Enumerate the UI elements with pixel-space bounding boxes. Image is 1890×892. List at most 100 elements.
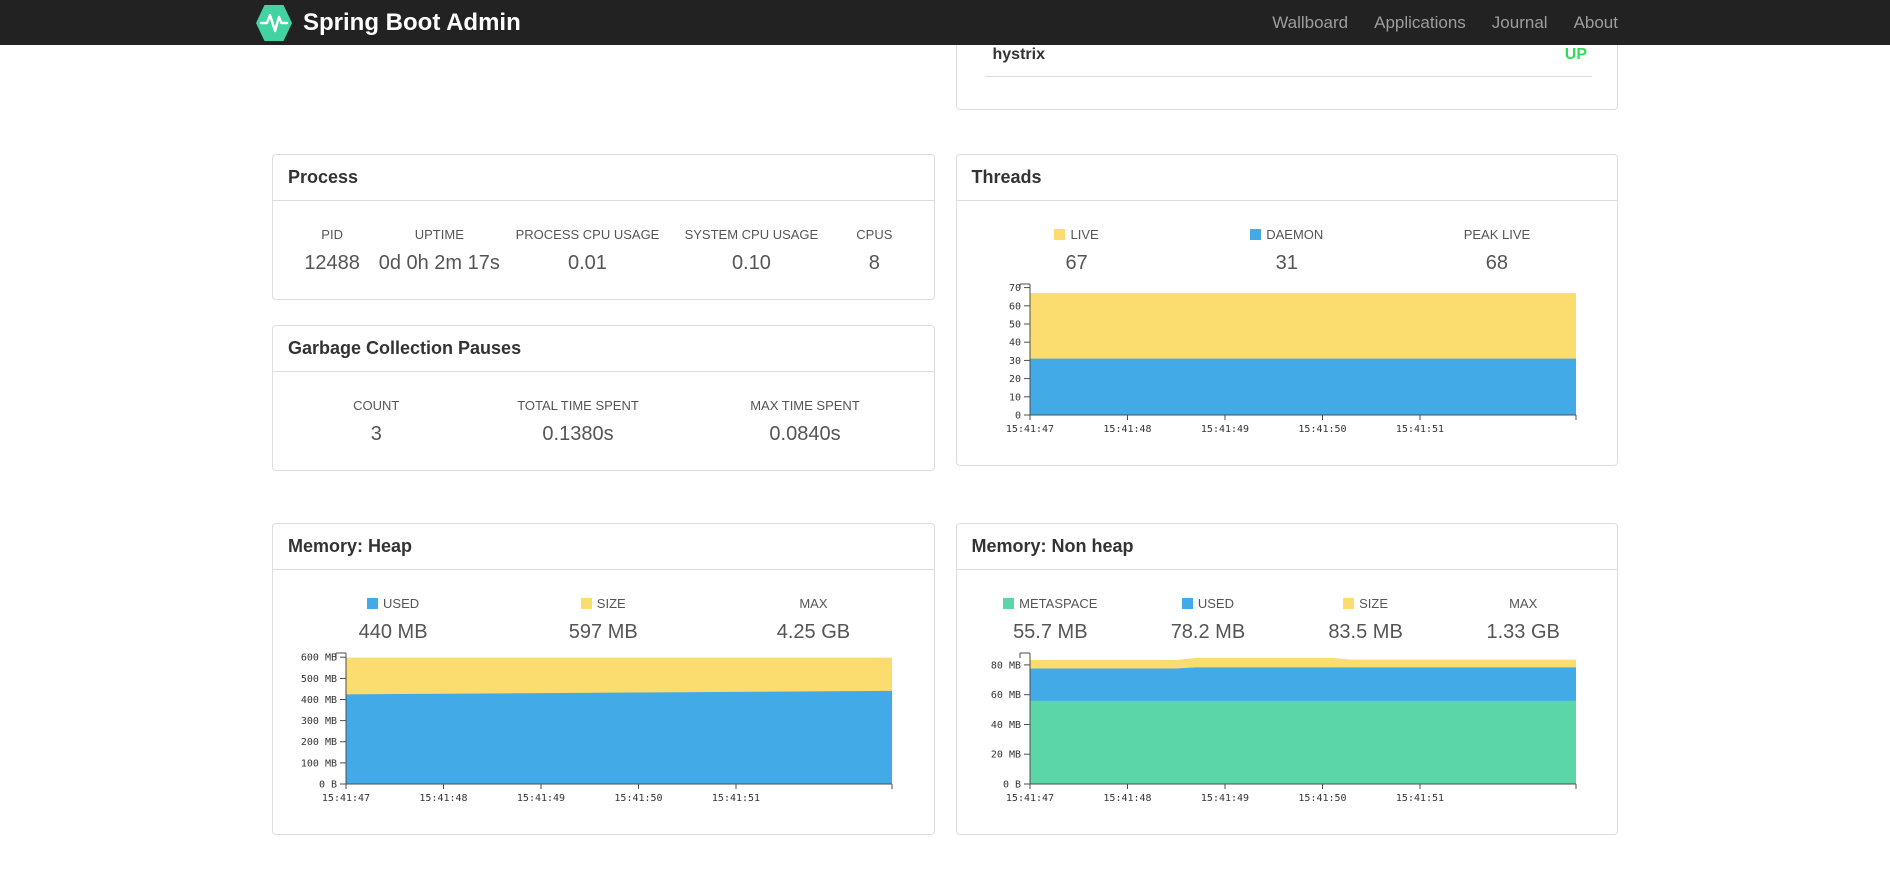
metric-label: SIZE — [498, 596, 708, 611]
metric-gc-total-time: TOTAL TIME SPENT 0.1380s — [465, 398, 692, 446]
svg-text:300 MB: 300 MB — [301, 716, 337, 727]
threads-panel-title: Threads — [971, 167, 1042, 187]
memory-nonheap-area-chart: 0 B 20 MB 40 MB 60 MB 80 MB 15:41:47 15:41:48 1… — [990, 652, 1576, 804]
metric-threads-peak-live: PEAK LIVE 68 — [1392, 227, 1602, 275]
svg-text:70: 70 — [1008, 283, 1020, 294]
metric-value: 0.0840s — [769, 423, 841, 445]
threads-panel: Threads LIVE 67 DAEMON 31 PEAK LIVE 68 0… — [955, 154, 1618, 466]
status-badge: UP — [1564, 46, 1587, 63]
metric-nonheap-max: MAX 1.33 GB — [1444, 596, 1602, 644]
svg-text:60 MB: 60 MB — [990, 690, 1020, 701]
metric-gc-count: COUNT 3 — [288, 398, 465, 446]
metric-label: COUNT — [353, 398, 400, 413]
process-panel-title: Process — [288, 167, 359, 187]
metric-cpus: CPUS 8 — [830, 227, 918, 275]
threads-area-chart: 0 10 20 30 40 50 60 70 15:41:47 15:41:48 15:41:49 1… — [1005, 283, 1576, 435]
threads-panel-body: LIVE 67 DAEMON 31 PEAK LIVE 68 0 10 20 30 40… — [957, 201, 1618, 465]
memory-nonheap-panel: Memory: Non heap METASPACE 55.7 MB USED … — [955, 523, 1618, 835]
memory-heap-panel-title: Memory: Heap — [288, 536, 413, 556]
metric-nonheap-used: USED 78.2 MB — [1129, 596, 1287, 644]
nav-item-about[interactable]: About — [1561, 13, 1618, 33]
svg-text:20: 20 — [1008, 374, 1020, 385]
metric-label: UPTIME — [414, 227, 464, 242]
memory-heap-area-chart: 0 B 100 MB 200 MB 300 MB 400 MB 500 MB 600 MB 1… — [301, 652, 893, 804]
svg-text:0: 0 — [1014, 411, 1020, 422]
navbar-menu: Wallboard Applications Journal About — [1259, 13, 1618, 33]
nav-item-wallboard[interactable]: Wallboard — [1259, 13, 1361, 33]
svg-text:15:41:48: 15:41:48 — [419, 793, 467, 804]
metric-value: 12488 — [304, 252, 360, 274]
metric-value: 55.7 MB — [1013, 621, 1088, 643]
svg-text:40 MB: 40 MB — [990, 720, 1020, 731]
metric-label: SYSTEM CPU USAGE — [684, 227, 819, 242]
svg-text:15:41:48: 15:41:48 — [1103, 793, 1151, 804]
metric-label: MAX — [1509, 596, 1538, 611]
metric-value: 78.2 MB — [1170, 621, 1246, 643]
gc-metrics: COUNT 3 TOTAL TIME SPENT 0.1380s MAX TIM… — [288, 398, 919, 446]
nav-item-journal[interactable]: Journal — [1479, 13, 1561, 33]
svg-text:100 MB: 100 MB — [301, 758, 337, 769]
metric-value: 0d 0h 2m 17s — [378, 252, 500, 274]
metric-value: 1.33 GB — [1486, 621, 1560, 643]
process-metrics: PID 12488 UPTIME 0d 0h 2m 17s PROCESS CP… — [288, 227, 919, 275]
memory-heap-panel: Memory: Heap USED 440 MB SIZE 597 MB MAX… — [272, 523, 935, 835]
metric-nonheap-size: SIZE 83.5 MB — [1287, 596, 1445, 644]
top-navbar: Spring Boot Admin Wallboard Applications… — [0, 0, 1890, 45]
process-panel-body: PID 12488 UPTIME 0d 0h 2m 17s PROCESS CP… — [273, 201, 934, 299]
svg-text:15:41:50: 15:41:50 — [1298, 424, 1346, 435]
svg-text:0 B: 0 B — [319, 780, 337, 791]
metric-label: TOTAL TIME SPENT — [517, 398, 639, 413]
legend-swatch-size — [580, 598, 592, 609]
metric-threads-live: LIVE 67 — [972, 227, 1182, 275]
metric-label: CPUS — [856, 227, 893, 242]
svg-text:40: 40 — [1008, 338, 1020, 349]
svg-text:20 MB: 20 MB — [990, 750, 1020, 761]
metric-label: DAEMON — [1182, 227, 1392, 242]
metric-value: 597 MB — [568, 621, 638, 643]
memory-nonheap-panel-body: METASPACE 55.7 MB USED 78.2 MB SIZE 83.5… — [957, 570, 1618, 834]
legend-swatch-used — [367, 598, 379, 609]
metric-pid: PID 12488 — [288, 227, 376, 275]
metric-label: PID — [321, 227, 343, 242]
memory-nonheap-panel-title: Memory: Non heap — [971, 536, 1134, 556]
legend-swatch-metaspace — [1003, 598, 1015, 609]
brand-link[interactable]: Spring Boot Admin — [255, 4, 521, 42]
process-panel: Process PID 12488 UPTIME 0d 0h 2m 17s PR… — [272, 154, 935, 300]
svg-text:400 MB: 400 MB — [301, 695, 337, 706]
threads-legend: LIVE 67 DAEMON 31 PEAK LIVE 68 — [972, 227, 1603, 275]
svg-text:15:41:47: 15:41:47 — [1005, 424, 1053, 435]
memory-row: Memory: Heap USED 440 MB SIZE 597 MB MAX… — [272, 523, 1618, 835]
svg-text:15:41:49: 15:41:49 — [1200, 424, 1248, 435]
gc-panel-heading: Garbage Collection Pauses — [273, 326, 934, 372]
svg-text:0 B: 0 B — [1002, 780, 1020, 791]
gc-panel: Garbage Collection Pauses COUNT 3 TOTAL … — [272, 325, 935, 471]
legend-swatch-used — [1181, 598, 1193, 609]
metric-label: USED — [288, 596, 498, 611]
legend-swatch-size — [1343, 598, 1355, 609]
metric-label: METASPACE — [972, 596, 1130, 611]
navbar-container: Spring Boot Admin Wallboard Applications… — [256, 0, 1618, 45]
svg-text:50: 50 — [1008, 320, 1020, 331]
svg-text:15:41:50: 15:41:50 — [614, 793, 662, 804]
process-panel-heading: Process — [273, 155, 934, 201]
threads-panel-heading: Threads — [956, 155, 1617, 201]
nav-item-applications[interactable]: Applications — [1361, 13, 1479, 33]
metric-value: 0.01 — [568, 252, 607, 274]
metric-nonheap-metaspace: METASPACE 55.7 MB — [972, 596, 1130, 644]
memory-heap-panel-heading: Memory: Heap — [273, 524, 934, 570]
metric-label: USED — [1129, 596, 1287, 611]
metrics-row: Process PID 12488 UPTIME 0d 0h 2m 17s PR… — [272, 154, 1618, 471]
status-panel-padding — [957, 77, 1618, 109]
spring-boot-admin-logo-icon — [256, 4, 292, 41]
metric-value: 31 — [1275, 252, 1298, 274]
svg-text:15:41:51: 15:41:51 — [712, 793, 760, 804]
metric-value: 4.25 GB — [776, 621, 851, 643]
metric-value: 440 MB — [358, 621, 428, 643]
metric-gc-max-time: MAX TIME SPENT 0.0840s — [692, 398, 919, 446]
svg-text:15:41:47: 15:41:47 — [322, 793, 370, 804]
svg-text:15:41:51: 15:41:51 — [1395, 793, 1443, 804]
svg-text:15:41:49: 15:41:49 — [1200, 793, 1248, 804]
heap-legend: USED 440 MB SIZE 597 MB MAX 4.25 GB — [288, 596, 919, 644]
left-column: Process PID 12488 UPTIME 0d 0h 2m 17s PR… — [272, 154, 935, 471]
metric-value: 67 — [1065, 252, 1088, 274]
